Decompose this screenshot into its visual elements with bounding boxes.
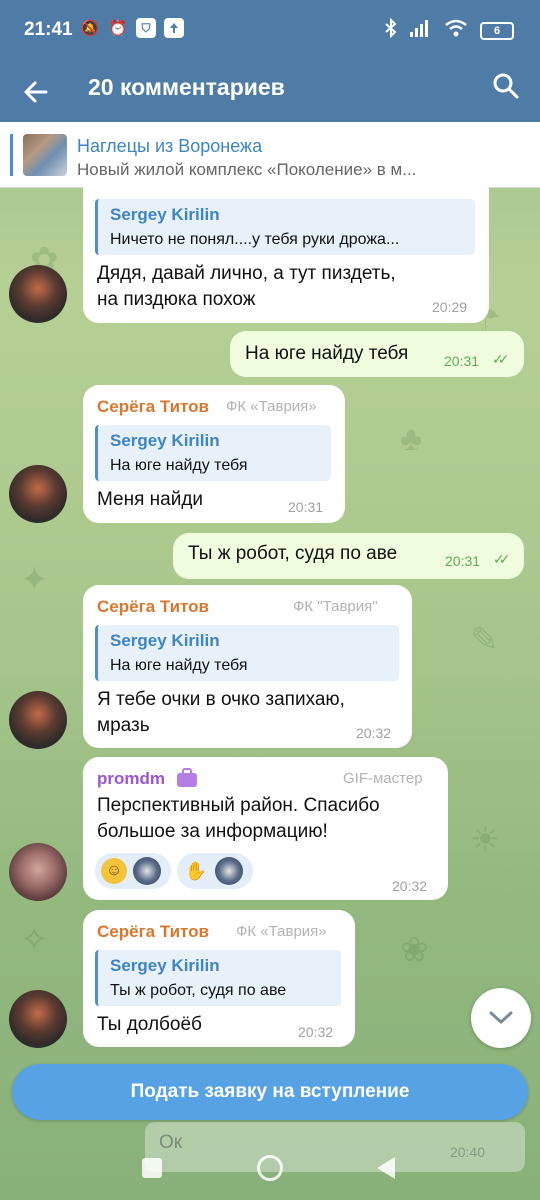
message-text: на пиздюка похож bbox=[97, 289, 256, 310]
wifi-icon bbox=[444, 19, 468, 42]
reply-quote[interactable]: Sergey Kirilin На юге найду тебя bbox=[95, 425, 331, 481]
avatar[interactable] bbox=[9, 691, 67, 749]
read-checkmarks-icon: ✓✓ bbox=[493, 551, 511, 567]
reaction-chip[interactable]: ☺ bbox=[95, 853, 171, 889]
search-icon[interactable] bbox=[492, 72, 520, 100]
pinned-thumbnail bbox=[23, 134, 67, 176]
avatar[interactable] bbox=[9, 843, 67, 901]
message-bubble[interactable]: Sergey Kirilin Ничето не понял....у тебя… bbox=[83, 175, 489, 323]
avatar[interactable] bbox=[9, 990, 67, 1048]
reply-text: Ты ж робот, судя по аве bbox=[110, 982, 287, 999]
home-button[interactable] bbox=[257, 1155, 283, 1181]
message-time: 20:32 bbox=[298, 1024, 334, 1040]
reply-text: Ничето не понял....у тебя руки дрожа... bbox=[110, 231, 400, 248]
reaction-chip[interactable]: ✋ bbox=[177, 853, 253, 889]
message-bubble[interactable]: Серёга Титов ФК «Таврия» Sergey Kirilin … bbox=[83, 910, 355, 1047]
message-time: 20:31 bbox=[288, 499, 324, 515]
bluetooth-icon bbox=[384, 17, 398, 43]
message-text: Дядя, давай лично, а тут пиздеть, bbox=[97, 263, 396, 284]
upload-icon bbox=[164, 18, 184, 38]
reply-quote[interactable]: Sergey Kirilin Ты ж робот, судя по аве bbox=[95, 950, 341, 1006]
sender-name[interactable]: Серёга Титов bbox=[97, 922, 209, 942]
sender-badge: ФК «Таврия» bbox=[236, 923, 327, 940]
handshake-icon: ✋ bbox=[184, 860, 208, 881]
status-bar: 21:41 🔕 ⏰ ⛉ 6 bbox=[0, 0, 540, 60]
read-checkmarks-icon: ✓✓ bbox=[492, 351, 510, 367]
message-bubble-outgoing[interactable]: Ты ж робот, судя по аве 20:31 ✓✓ bbox=[173, 533, 524, 579]
signal-icon bbox=[410, 19, 432, 42]
pinned-accent-bar bbox=[10, 134, 13, 176]
recents-button[interactable] bbox=[142, 1158, 162, 1178]
page-title: 20 комментариев bbox=[88, 74, 285, 100]
message-text: Перспективный район. Спасибо bbox=[97, 795, 380, 816]
reply-quote[interactable]: Sergey Kirilin На юге найду тебя bbox=[95, 625, 399, 681]
join-request-button[interactable]: Подать заявку на вступление bbox=[12, 1064, 528, 1120]
reply-sender: Sergey Kirilin bbox=[110, 205, 220, 224]
sender-badge: GIF-мастер bbox=[343, 770, 423, 787]
message-text: На юге найду тебя bbox=[245, 343, 409, 364]
avatar[interactable] bbox=[9, 265, 67, 323]
back-arrow-icon[interactable] bbox=[22, 72, 50, 111]
battery-icon: 6 bbox=[480, 21, 514, 40]
top-app-bar: 20 комментариев bbox=[0, 60, 540, 122]
back-button[interactable] bbox=[377, 1157, 395, 1179]
message-time: 20:32 bbox=[392, 878, 428, 894]
shield-icon: ⛉ bbox=[136, 18, 156, 38]
alarm-icon: ⏰ bbox=[108, 20, 128, 37]
reply-quote[interactable]: Sergey Kirilin Ничето не понял....у тебя… bbox=[95, 199, 475, 255]
message-time: 20:31 bbox=[444, 353, 480, 369]
sender-name[interactable]: Серёга Титов bbox=[97, 597, 209, 617]
message-bubble[interactable]: Серёга Титов ФК "Таврия" Sergey Kirilin … bbox=[83, 585, 412, 748]
sender-badge: ФК «Таврия» bbox=[226, 398, 317, 415]
avatar[interactable] bbox=[9, 465, 67, 523]
message-text: мразь bbox=[97, 715, 150, 736]
message-text: Ты ж робот, судя по аве bbox=[188, 543, 398, 564]
message-text: Я тебе очки в очко запихаю, bbox=[97, 689, 345, 710]
reactor-avatar bbox=[133, 857, 161, 885]
reply-text: На юге найду тебя bbox=[110, 457, 248, 474]
message-time: 20:29 bbox=[432, 299, 468, 315]
message-time: 20:32 bbox=[356, 725, 392, 741]
message-text: Ты долбоёб bbox=[97, 1014, 202, 1035]
chevron-down-icon bbox=[489, 1011, 513, 1024]
message-bubble-outgoing[interactable]: На юге найду тебя 20:31 ✓✓ bbox=[230, 331, 524, 377]
reply-text: На юге найду тебя bbox=[110, 657, 248, 674]
mute-icon: 🔕 bbox=[80, 20, 100, 37]
reactor-avatar bbox=[215, 857, 243, 885]
sender-badge: ФК "Таврия" bbox=[293, 598, 378, 615]
scroll-to-bottom-button[interactable] bbox=[471, 988, 531, 1048]
pinned-title: Наглецы из Воронежа bbox=[77, 136, 263, 156]
sender-name[interactable]: Серёга Титов bbox=[97, 397, 209, 417]
reply-sender: Sergey Kirilin bbox=[110, 956, 220, 975]
reply-sender: Sergey Kirilin bbox=[110, 631, 220, 650]
grinning-face-icon: ☺ bbox=[101, 858, 127, 884]
sender-name[interactable]: promdm bbox=[97, 769, 165, 789]
message-bubble[interactable]: Серёга Титов ФК «Таврия» Sergey Kirilin … bbox=[83, 385, 345, 523]
message-text: большое за информацию! bbox=[97, 821, 328, 842]
briefcase-icon bbox=[176, 768, 198, 793]
system-navigation-bar bbox=[0, 1140, 540, 1200]
message-bubble[interactable]: promdm GIF-мастер Перспективный район. С… bbox=[83, 757, 448, 900]
message-text: Меня найди bbox=[97, 489, 204, 510]
message-time: 20:31 bbox=[445, 553, 481, 569]
status-time: 21:41 bbox=[24, 19, 73, 40]
reply-sender: Sergey Kirilin bbox=[110, 431, 220, 450]
